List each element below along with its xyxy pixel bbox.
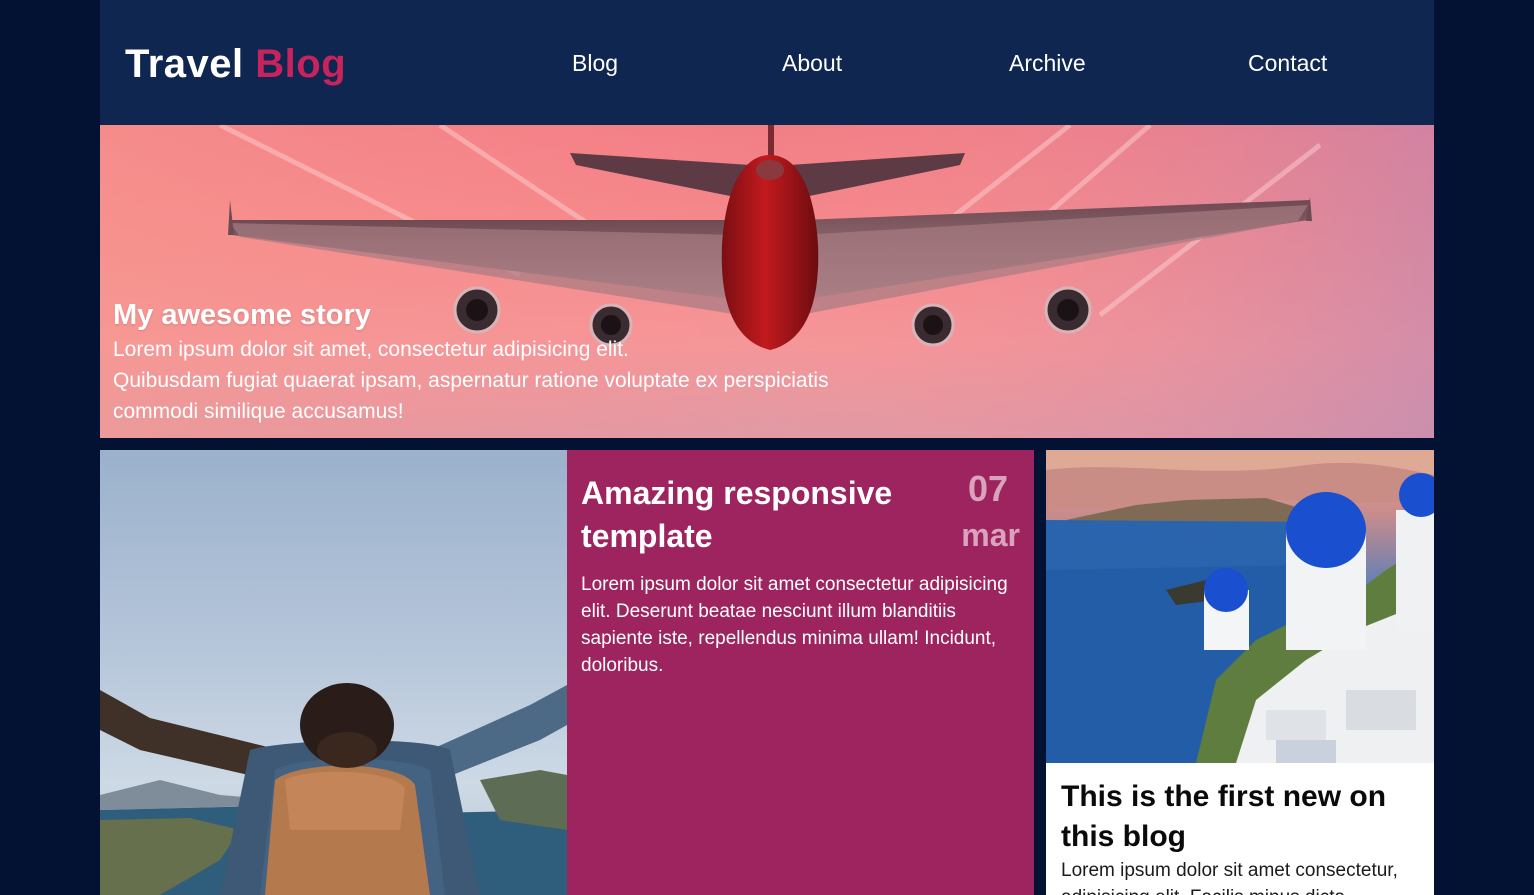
nav-link-archive[interactable]: Archive: [1009, 50, 1086, 77]
side-post-card[interactable]: This is the first new on this blog Lorem…: [1046, 450, 1434, 895]
post-date-month: mar: [961, 517, 1020, 553]
santorini-image: [1046, 450, 1434, 763]
post-date-day: 07: [967, 468, 1008, 509]
site-logo[interactable]: Travel Blog: [125, 42, 346, 87]
featured-post-excerpt: Lorem ipsum dolor sit amet consectetur a…: [581, 574, 1008, 676]
page-container: Travel Blog Blog About Archive Contact M…: [100, 0, 1434, 895]
hero-excerpt-line-1: Lorem ipsum dolor sit amet, consectetur …: [113, 338, 629, 361]
nav-link-blog[interactable]: Blog: [572, 50, 618, 77]
nav-link-about[interactable]: About: [782, 50, 842, 77]
logo-text-travel: Travel: [125, 42, 244, 86]
featured-post-title[interactable]: Amazing responsive template: [581, 472, 931, 558]
traveler-photo[interactable]: [100, 450, 567, 895]
traveler-image: [100, 683, 567, 895]
santorini-photo[interactable]: [1046, 450, 1434, 763]
featured-post-card[interactable]: Amazing responsive template 07 mar Lorem…: [567, 450, 1034, 895]
logo-text-blog: Blog: [255, 42, 347, 86]
side-post-title[interactable]: This is the first new on this blog: [1061, 777, 1421, 857]
hero-excerpt-line-3: commodi similique accusamus!: [113, 400, 404, 423]
hero-excerpt-line-2: Quibusdam fugiat quaerat ipsam, aspernat…: [113, 369, 829, 392]
hero-banner[interactable]: My awesome story Lorem ipsum dolor sit a…: [100, 125, 1434, 438]
hero-caption: My awesome story Lorem ipsum dolor sit a…: [113, 297, 933, 427]
side-post-excerpt: Lorem ipsum dolor sit amet consectetur, …: [1061, 860, 1398, 895]
nav-link-contact[interactable]: Contact: [1248, 50, 1327, 77]
hero-title[interactable]: My awesome story: [113, 297, 933, 333]
site-header: Travel Blog Blog About Archive Contact: [100, 0, 1434, 125]
hero-excerpt: Lorem ipsum dolor sit amet, consectetur …: [113, 334, 933, 427]
